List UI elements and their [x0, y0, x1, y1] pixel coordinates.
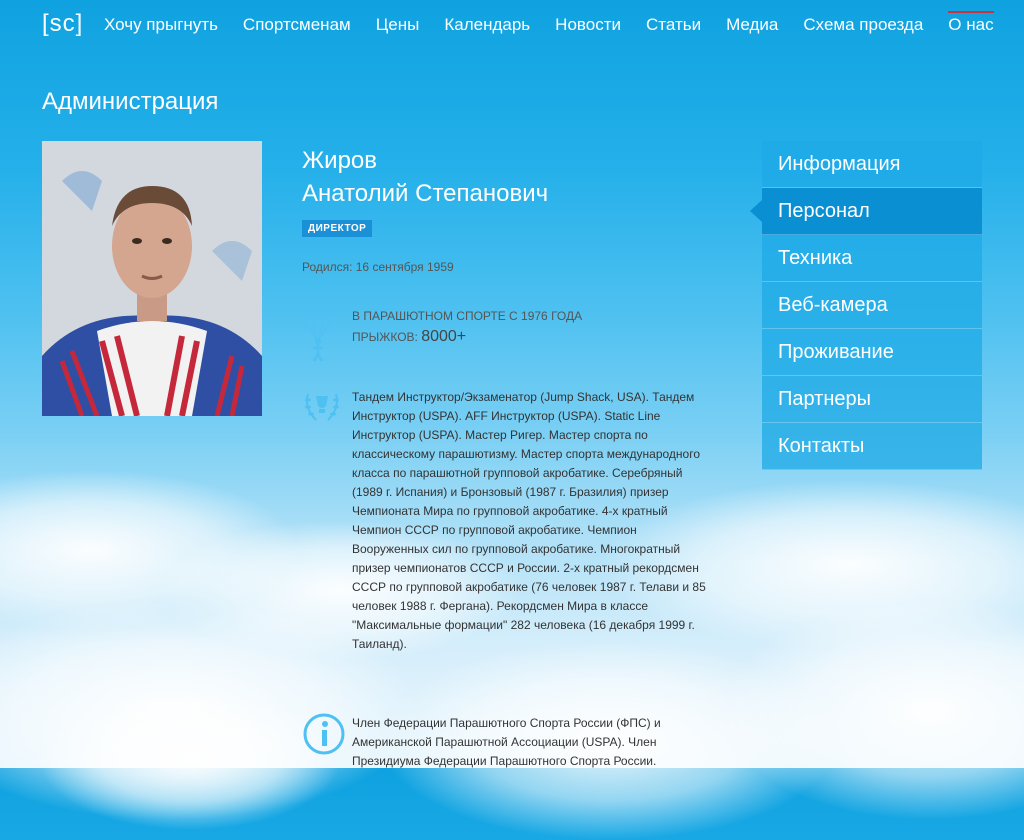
page-title: Администрация	[42, 88, 219, 115]
main-menu: Хочу прыгнуть Спортсменам Цены Календарь…	[104, 11, 1019, 35]
nav-item-news[interactable]: Новости	[555, 15, 621, 35]
person-first-names: Анатолий Степанович	[302, 180, 549, 207]
site-logo[interactable]: [sc]	[42, 10, 83, 38]
sidebar-item-contacts[interactable]: Контакты	[762, 423, 982, 470]
jumps-value: 8000+	[421, 328, 467, 345]
laurel-wreath-icon	[305, 393, 339, 421]
sidebar-item-webcam[interactable]: Веб-камера	[762, 282, 982, 329]
person-name: Жиров Анатолий Степанович	[302, 144, 548, 210]
parachutist-icon	[303, 312, 333, 362]
nav-item-athletes[interactable]: Спортсменам	[243, 15, 351, 35]
birth-date: Родился: 16 сентября 1959	[302, 260, 454, 274]
nav-item-articles[interactable]: Статьи	[646, 15, 701, 35]
nav-item-want-to-jump[interactable]: Хочу прыгнуть	[104, 15, 218, 35]
jumps-count: ПРЫЖКОВ: 8000+	[352, 328, 466, 346]
nav-item-calendar[interactable]: Календарь	[444, 15, 530, 35]
nav-item-media[interactable]: Медиа	[726, 15, 778, 35]
jumps-label: ПРЫЖКОВ:	[352, 330, 418, 344]
role-badge: ДИРЕКТОР	[302, 220, 373, 237]
nav-item-prices[interactable]: Цены	[376, 15, 420, 35]
membership-text: Член Федерации Парашютного Спорта России…	[352, 716, 661, 768]
person-photo	[42, 141, 262, 416]
sidebar-item-information[interactable]: Информация	[762, 141, 982, 188]
person-last-name: Жиров	[302, 147, 378, 174]
nav-item-about[interactable]: О нас	[948, 11, 994, 35]
biography-text: Тандем Инструктор/Экзаменатор (Jump Shac…	[352, 390, 706, 651]
sidebar-item-staff[interactable]: Персонал	[750, 188, 982, 235]
top-navigation: [sc] Хочу прыгнуть Спортсменам Цены Кале…	[0, 0, 1024, 52]
sidebar-item-accommodation[interactable]: Проживание	[762, 329, 982, 376]
sidebar-menu: Информация Персонал Техника Веб-камера П…	[750, 141, 982, 470]
info-icon	[303, 713, 345, 755]
sidebar-item-equipment[interactable]: Техника	[762, 235, 982, 282]
sidebar-item-partners[interactable]: Партнеры	[762, 376, 982, 423]
experience-title: В ПАРАШЮТНОМ СПОРТЕ С 1976 ГОДА	[352, 309, 583, 323]
nav-item-directions[interactable]: Схема проезда	[803, 15, 923, 35]
